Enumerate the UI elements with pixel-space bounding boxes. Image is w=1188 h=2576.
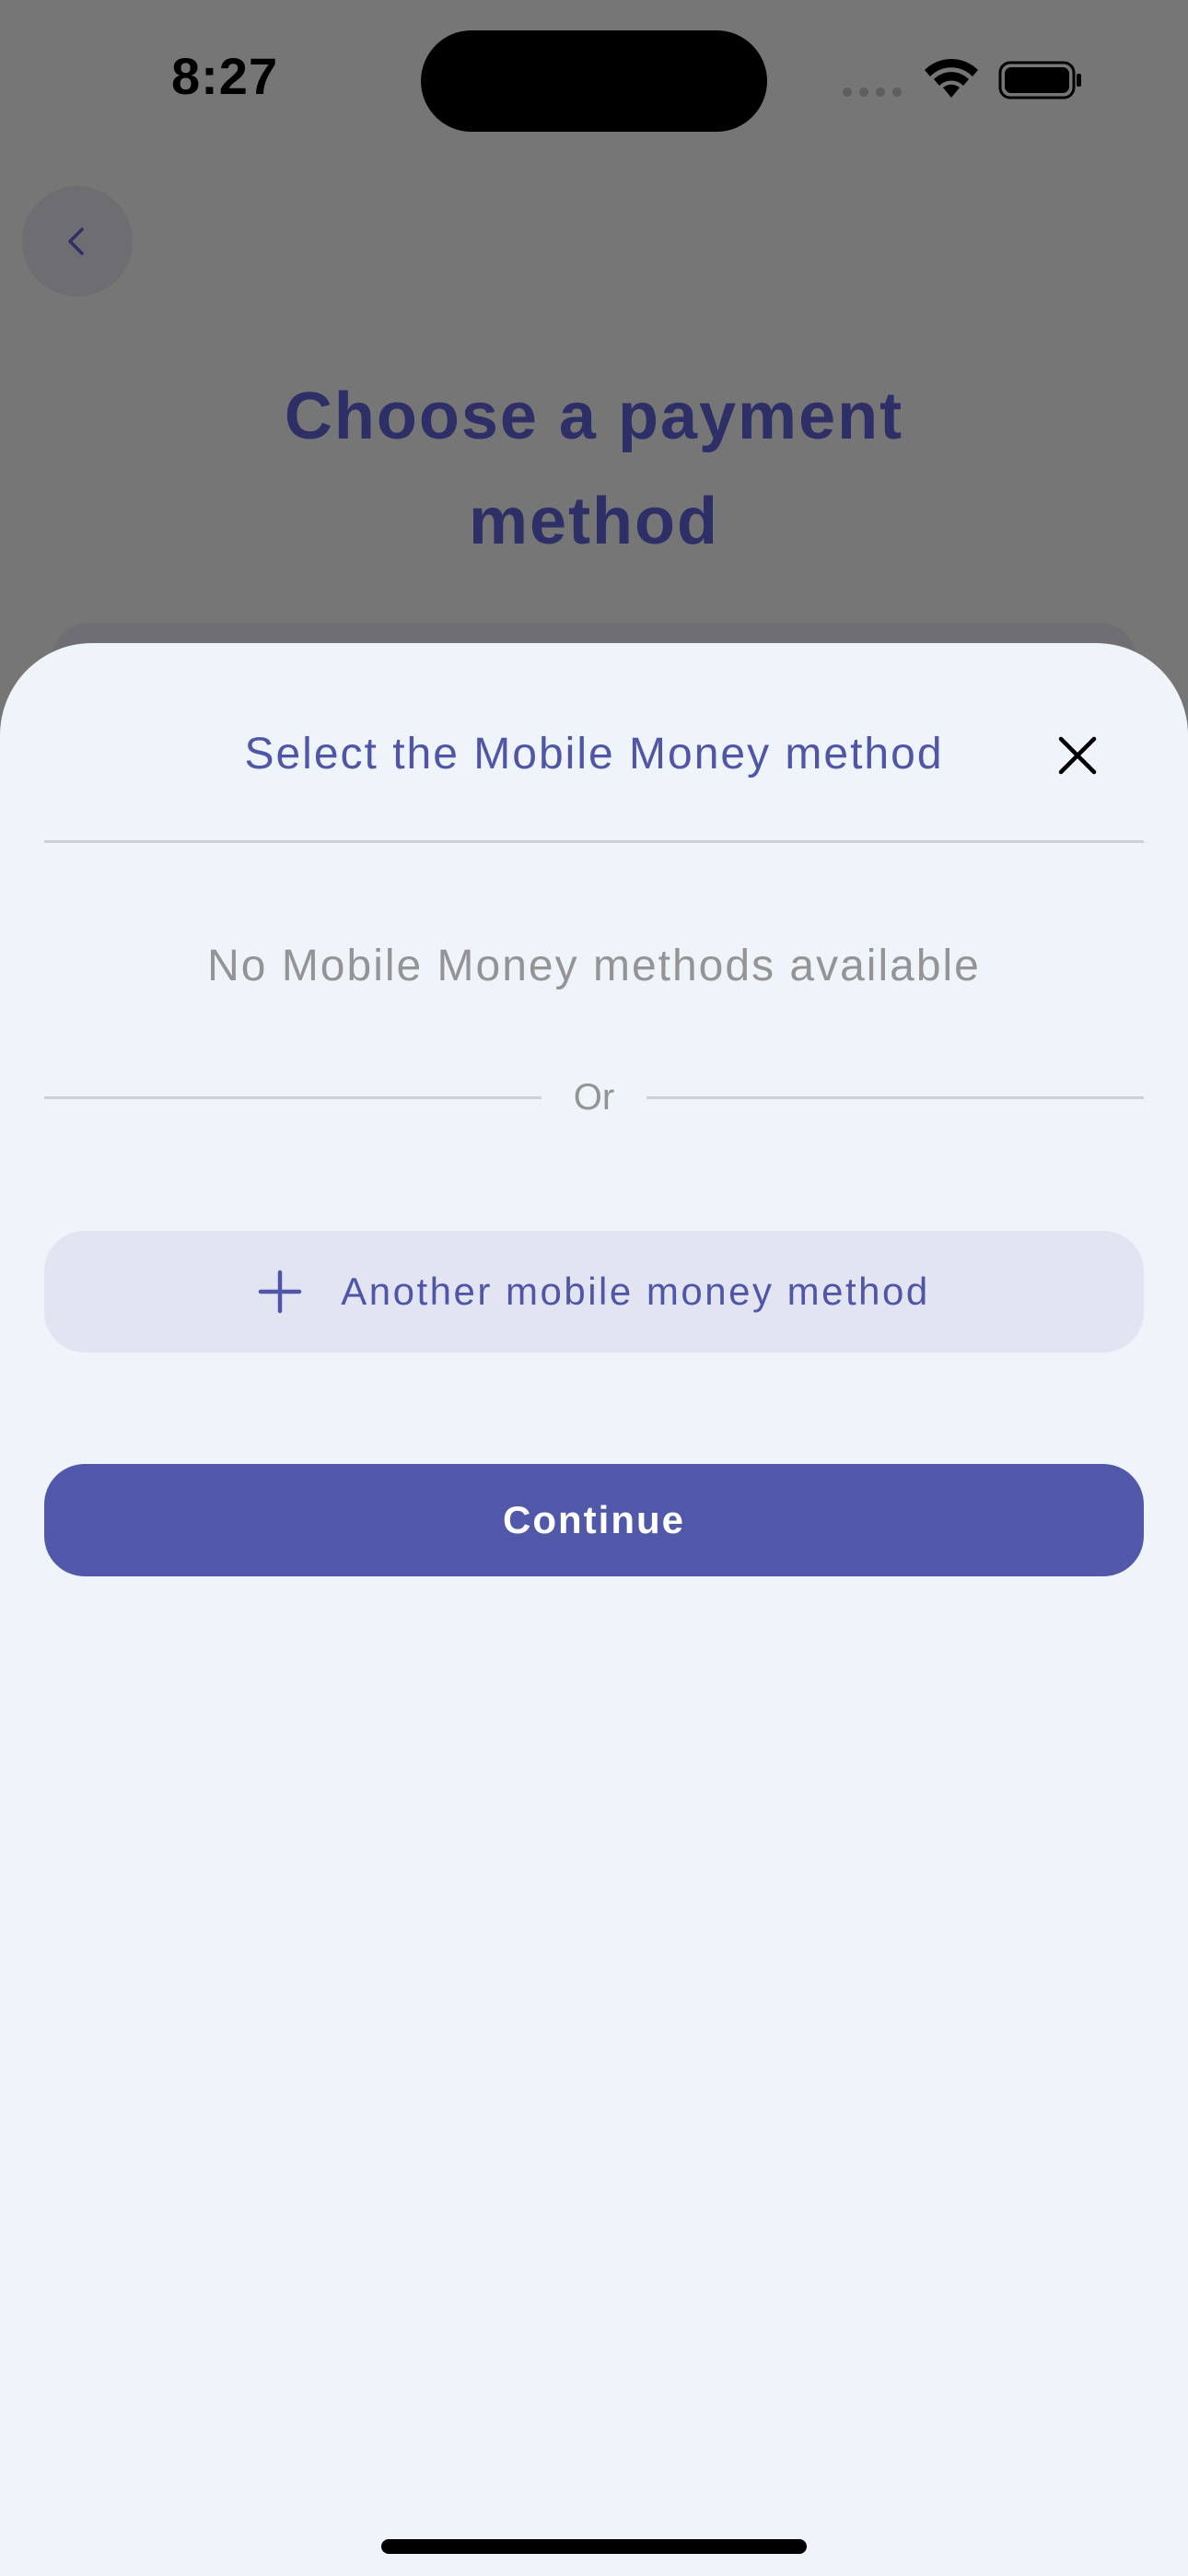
separator-line-right <box>646 1096 1144 1099</box>
cellular-signal-icon <box>843 88 902 97</box>
continue-label: Continue <box>503 1498 685 1541</box>
battery-icon <box>998 61 1081 100</box>
page-title-line-1: Choose a payment <box>284 380 904 453</box>
dynamic-island <box>421 30 767 132</box>
status-bar-time: 8:27 <box>171 47 279 105</box>
wifi-icon <box>925 58 978 98</box>
page-title: Choose a payment method <box>0 364 1188 574</box>
chevron-left-icon <box>68 228 84 255</box>
sheet-divider <box>44 840 1144 843</box>
page-title-line-2: method <box>469 485 719 558</box>
close-button[interactable] <box>1050 728 1105 783</box>
continue-button[interactable]: Continue <box>44 1464 1144 1576</box>
separator-line-left <box>44 1096 542 1099</box>
add-method-label: Another mobile money method <box>341 1270 930 1313</box>
empty-state-message: No Mobile Money methods available <box>207 942 981 990</box>
mobile-money-sheet: Select the Mobile Money method No Mobile… <box>0 643 1188 2576</box>
sheet-title: Select the Mobile Money method <box>244 730 944 779</box>
plus-icon <box>259 1270 302 1314</box>
close-icon <box>1058 736 1097 775</box>
home-indicator <box>381 2539 807 2554</box>
separator-label: Or <box>573 1077 615 1118</box>
add-mobile-money-method-button[interactable]: Another mobile money method <box>44 1231 1144 1352</box>
back-button[interactable] <box>22 186 133 297</box>
